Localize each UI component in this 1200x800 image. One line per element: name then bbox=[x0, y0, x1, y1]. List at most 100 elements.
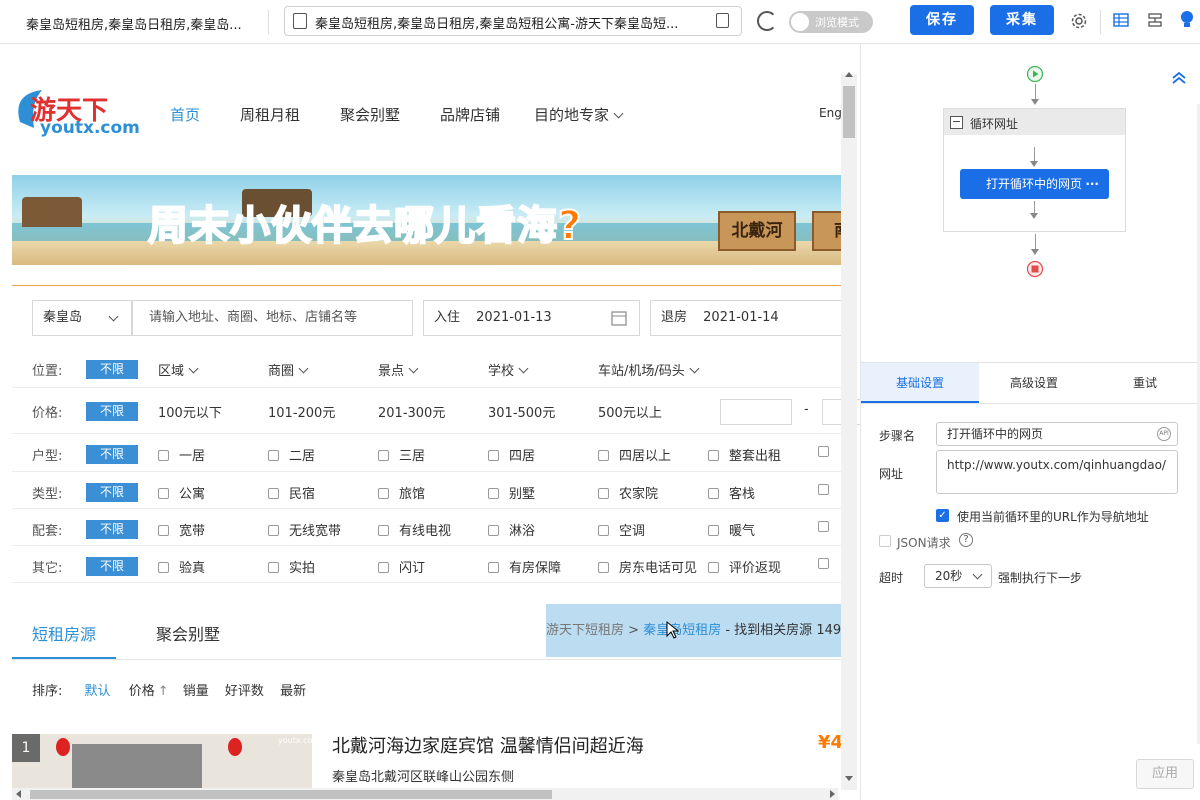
checkbox[interactable] bbox=[818, 521, 829, 532]
sort-price[interactable]: 价格 ↑ bbox=[129, 684, 169, 699]
calendar-icon[interactable] bbox=[611, 310, 627, 326]
refresh-icon[interactable] bbox=[757, 11, 777, 31]
filter-checkbox[interactable]: 验真 bbox=[158, 557, 205, 576]
filter-checkbox[interactable]: 二居 bbox=[268, 445, 315, 464]
lightbulb-icon[interactable] bbox=[1180, 10, 1194, 30]
address-text[interactable]: 秦皇岛短租房,秦皇岛日租房,秦皇岛短租公寓-游天下秦皇岛短... bbox=[315, 13, 705, 32]
api-icon[interactable]: API bbox=[1157, 427, 1171, 441]
unlimited-badge[interactable]: 不限 bbox=[86, 402, 138, 421]
use-loop-url-checkbox[interactable]: ✓ bbox=[936, 509, 949, 522]
checkbox[interactable] bbox=[708, 488, 719, 499]
horizontal-scrollbar-thumb[interactable] bbox=[30, 790, 552, 799]
collect-button[interactable]: 采集 bbox=[990, 5, 1054, 35]
filter-checkbox[interactable]: 房东电话可见 bbox=[598, 557, 697, 576]
checkbox[interactable] bbox=[818, 484, 829, 495]
checkin-field[interactable]: 入住 2021-01-13 bbox=[423, 300, 640, 336]
tab-retry[interactable]: 重试 bbox=[1089, 363, 1200, 403]
checkbox[interactable] bbox=[158, 488, 169, 499]
sort-sales[interactable]: 销量 bbox=[183, 684, 209, 699]
nav-home[interactable]: 首页 bbox=[170, 104, 200, 125]
filter-checkbox[interactable] bbox=[818, 445, 839, 460]
checkbox[interactable] bbox=[598, 562, 609, 573]
filter-dropdown-school[interactable]: 学校 bbox=[488, 360, 529, 379]
price-option[interactable]: 101-200元 bbox=[268, 402, 335, 421]
edit-url-icon[interactable] bbox=[716, 13, 729, 28]
nav-weekly-monthly[interactable]: 周租月租 bbox=[240, 104, 300, 125]
flow-end-icon[interactable] bbox=[1026, 260, 1044, 278]
listing-title[interactable]: 北戴河海边家庭宾馆 温馨情侣间超近海 bbox=[332, 732, 644, 758]
price-option[interactable]: 301-500元 bbox=[488, 402, 555, 421]
filter-checkbox[interactable]: 公寓 bbox=[158, 483, 205, 502]
price-option[interactable]: 100元以下 bbox=[158, 402, 222, 421]
browse-mode-toggle[interactable]: 浏览模式 bbox=[789, 11, 873, 33]
page-tab-title[interactable]: 秦皇岛短租房,秦皇岛日租房,秦皇岛... bbox=[26, 14, 256, 33]
site-logo[interactable]: 游天下 youtx.com bbox=[12, 84, 140, 148]
unlimited-badge[interactable]: 不限 bbox=[86, 520, 138, 539]
filter-checkbox[interactable] bbox=[818, 483, 839, 498]
checkbox[interactable] bbox=[598, 450, 609, 461]
filter-checkbox[interactable]: 别墅 bbox=[488, 483, 535, 502]
filter-checkbox[interactable]: 四居 bbox=[488, 445, 535, 464]
filter-checkbox[interactable]: 有线电视 bbox=[378, 520, 451, 539]
address-bar[interactable]: 秦皇岛短租房,秦皇岛日租房,秦皇岛短租公寓-游天下秦皇岛短... bbox=[284, 6, 742, 36]
collapse-up-icon[interactable] bbox=[1170, 70, 1188, 86]
checkbox[interactable] bbox=[818, 446, 829, 457]
filter-checkbox[interactable]: 整套出租 bbox=[708, 445, 781, 464]
checkbox[interactable] bbox=[158, 525, 169, 536]
checkbox[interactable] bbox=[488, 450, 499, 461]
checkout-field[interactable]: 退房 2021-01-14 bbox=[650, 300, 850, 336]
filter-checkbox[interactable]: 有房保障 bbox=[488, 557, 561, 576]
filter-checkbox[interactable]: 暖气 bbox=[708, 520, 755, 539]
timeout-select[interactable]: 20秒 bbox=[924, 564, 992, 588]
table-icon[interactable] bbox=[1113, 12, 1129, 28]
more-icon[interactable]: ··· bbox=[1085, 169, 1099, 199]
scroll-up-icon[interactable] bbox=[845, 72, 853, 77]
checkbox[interactable] bbox=[708, 562, 719, 573]
scroll-right-icon[interactable] bbox=[830, 790, 835, 798]
url-textarea[interactable]: http://www.youtx.com/qinhuangdao/ bbox=[936, 450, 1178, 494]
breadcrumb-root[interactable]: 游天下短租房 bbox=[546, 623, 624, 638]
filter-checkbox[interactable]: 闪订 bbox=[378, 557, 425, 576]
filter-checkbox[interactable] bbox=[818, 520, 839, 535]
filter-checkbox[interactable]: 实拍 bbox=[268, 557, 315, 576]
filter-checkbox[interactable]: 民宿 bbox=[268, 483, 315, 502]
loop-node[interactable]: − 循环网址 打开循环中的网页 ··· bbox=[943, 108, 1126, 232]
checkbox[interactable] bbox=[708, 450, 719, 461]
price-min-input[interactable] bbox=[720, 399, 792, 425]
checkbox[interactable] bbox=[378, 450, 389, 461]
language-switch[interactable]: Eng bbox=[819, 106, 842, 120]
checkbox[interactable] bbox=[488, 525, 499, 536]
filter-checkbox[interactable] bbox=[818, 557, 839, 572]
filter-dropdown-scenic[interactable]: 景点 bbox=[378, 360, 419, 379]
filter-checkbox[interactable]: 宽带 bbox=[158, 520, 205, 539]
filter-checkbox[interactable]: 淋浴 bbox=[488, 520, 535, 539]
unlimited-badge[interactable]: 不限 bbox=[86, 360, 138, 379]
checkbox[interactable] bbox=[158, 450, 169, 461]
tab-short-rental[interactable]: 短租房源 bbox=[32, 621, 96, 645]
help-icon[interactable]: ? bbox=[959, 533, 973, 547]
checkbox[interactable] bbox=[158, 562, 169, 573]
checkbox[interactable] bbox=[268, 525, 279, 536]
checkbox[interactable] bbox=[268, 450, 279, 461]
unlimited-badge[interactable]: 不限 bbox=[86, 483, 138, 502]
breadcrumb-current[interactable]: 秦皇岛短租房 bbox=[643, 623, 721, 638]
sort-newest[interactable]: 最新 bbox=[280, 684, 306, 699]
vertical-scrollbar[interactable] bbox=[841, 74, 857, 790]
tab-party-villa[interactable]: 聚会别墅 bbox=[156, 621, 220, 645]
flow-icon[interactable] bbox=[1147, 12, 1163, 28]
unlimited-badge[interactable]: 不限 bbox=[86, 557, 138, 576]
filter-checkbox[interactable]: 一居 bbox=[158, 445, 205, 464]
checkbox[interactable] bbox=[598, 488, 609, 499]
filter-checkbox[interactable]: 三居 bbox=[378, 445, 425, 464]
tab-advanced-settings[interactable]: 高级设置 bbox=[979, 363, 1089, 403]
apply-button[interactable]: 应用 bbox=[1136, 759, 1194, 789]
gear-icon[interactable] bbox=[1070, 12, 1088, 30]
nav-destination-expert[interactable]: 目的地专家 bbox=[534, 104, 624, 125]
sort-default[interactable]: 默认 bbox=[85, 684, 111, 699]
checkbox[interactable] bbox=[488, 562, 499, 573]
json-request-checkbox[interactable] bbox=[879, 535, 891, 547]
filter-checkbox[interactable]: 无线宽带 bbox=[268, 520, 341, 539]
filter-dropdown-business[interactable]: 商圈 bbox=[268, 360, 309, 379]
checkbox[interactable] bbox=[268, 488, 279, 499]
checkbox[interactable] bbox=[708, 525, 719, 536]
